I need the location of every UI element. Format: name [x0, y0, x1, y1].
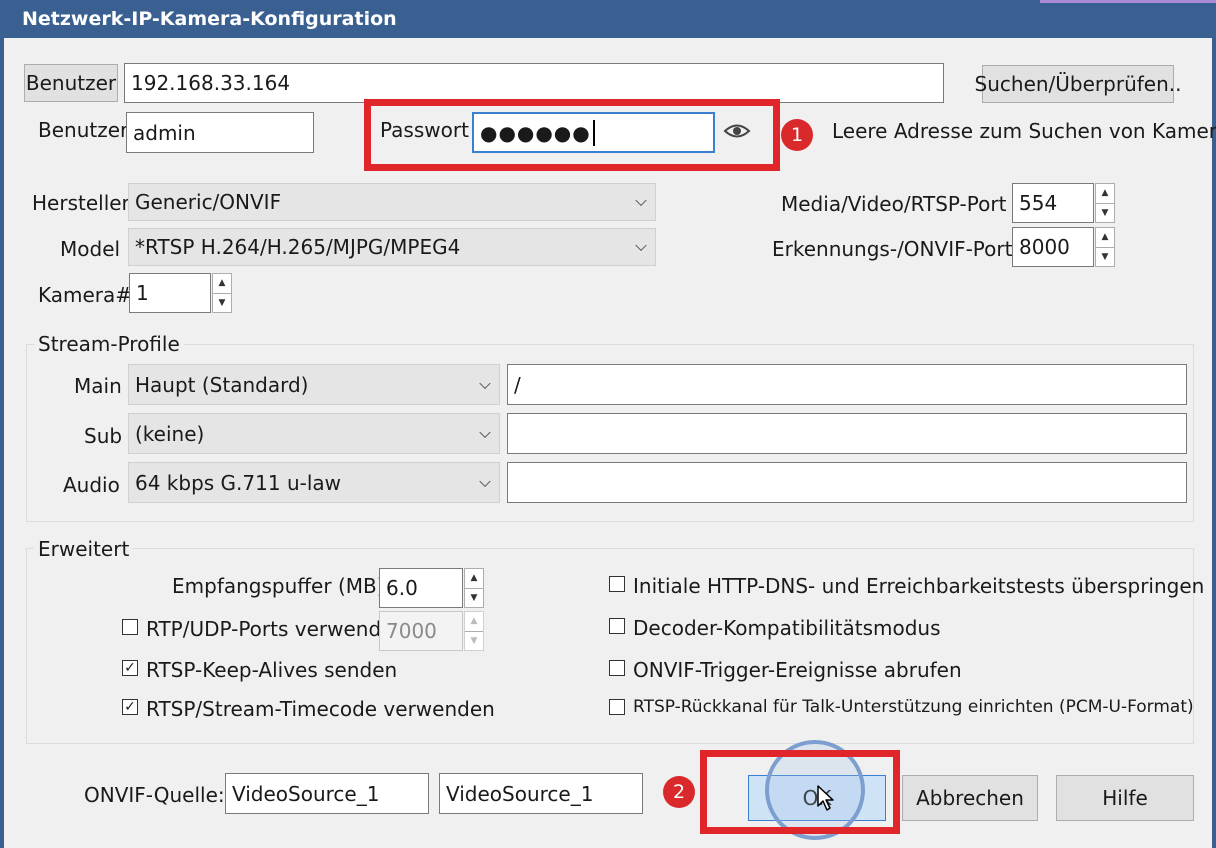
keepalive-label: RTSP-Keep-Alives senden — [146, 658, 398, 682]
address-user-button[interactable]: Benutzer — [24, 64, 118, 102]
buffer-label: Empfangspuffer (MB) — [172, 574, 385, 598]
camera-number-stepper[interactable]: ▲ ▼ — [212, 273, 232, 313]
manufacturer-select[interactable]: Generic/ONVIF — [128, 183, 656, 221]
sub-stream-select[interactable]: (keine) — [128, 413, 500, 454]
window-frame-right — [1212, 38, 1216, 848]
model-value: *RTSP H.264/H.265/MJPG/MPEG4 — [135, 235, 461, 259]
manufacturer-value: Generic/ONVIF — [135, 190, 282, 214]
search-hint: Leere Adresse zum Suchen von Kameras — [832, 119, 1216, 143]
chevron-down-icon — [479, 377, 491, 389]
up-arrow-icon[interactable]: ▲ — [213, 274, 231, 293]
down-arrow-icon[interactable]: ▼ — [1096, 246, 1114, 267]
onvif-port-input[interactable]: 8000 — [1012, 227, 1094, 267]
window-frame-left — [0, 38, 4, 848]
window-title: Netzwerk-IP-Kamera-Konfiguration — [0, 0, 1216, 38]
down-arrow-icon[interactable]: ▼ — [465, 630, 483, 651]
onvif-source-label: ONVIF-Quelle: — [84, 783, 225, 807]
audio-stream-path[interactable] — [507, 462, 1187, 503]
sub-stream-path[interactable] — [507, 413, 1187, 454]
address-input[interactable]: 192.168.33.164 — [124, 63, 944, 103]
rtp-port-input[interactable]: 7000 — [379, 611, 463, 651]
rtp-label: RTP/UDP-Ports verwenden — [146, 617, 407, 641]
up-arrow-icon[interactable]: ▲ — [465, 569, 483, 588]
chevron-down-icon — [479, 475, 491, 487]
main-stream-value: Haupt (Standard) — [135, 372, 309, 397]
advanced-title: Erweitert — [34, 539, 134, 559]
onvif-source-input-1[interactable]: VideoSource_1 — [225, 773, 429, 814]
timecode-label: RTSP/Stream-Timecode verwenden — [146, 697, 495, 721]
skip-tests-checkbox[interactable] — [609, 576, 625, 592]
onvif-source-input-2[interactable]: VideoSource_1 — [439, 773, 643, 814]
media-port-label: Media/Video/RTSP-Port — [781, 192, 1007, 216]
camera-number-input[interactable]: 1 — [129, 273, 211, 313]
main-stream-label: Main — [74, 374, 122, 398]
help-button[interactable]: Hilfe — [1056, 775, 1194, 821]
onvif-trigger-checkbox[interactable] — [609, 660, 625, 676]
down-arrow-icon[interactable]: ▼ — [465, 587, 483, 608]
user-label: Benutzer — [38, 118, 129, 142]
annotation-badge-1: 1 — [781, 119, 813, 151]
user-input[interactable]: admin — [126, 112, 314, 153]
sub-stream-value: (keine) — [135, 421, 205, 446]
up-arrow-icon[interactable]: ▲ — [1096, 228, 1114, 247]
up-arrow-icon[interactable]: ▲ — [465, 612, 483, 631]
chevron-down-icon — [635, 239, 647, 252]
rtp-port-stepper[interactable]: ▲ ▼ — [464, 611, 484, 651]
annotation-badge-2: 2 — [663, 776, 695, 808]
onvif-port-stepper[interactable]: ▲ ▼ — [1095, 227, 1115, 267]
chevron-down-icon — [479, 426, 491, 438]
stream-profile-title: Stream-Profile — [34, 334, 184, 354]
rtp-checkbox[interactable] — [122, 619, 138, 635]
down-arrow-icon[interactable]: ▼ — [1096, 202, 1114, 223]
sub-stream-label: Sub — [84, 424, 123, 448]
audio-stream-select[interactable]: 64 kbps G.711 u-law — [128, 462, 500, 503]
highlight-password-frame — [364, 99, 780, 171]
cancel-button[interactable]: Abbrechen — [902, 775, 1038, 821]
buffer-input[interactable]: 6.0 — [379, 568, 463, 608]
checkmark-icon: ✓ — [124, 699, 136, 715]
buffer-stepper[interactable]: ▲ ▼ — [464, 568, 484, 608]
keepalive-checkbox[interactable]: ✓ — [122, 660, 138, 676]
audio-stream-value: 64 kbps G.711 u-law — [135, 470, 342, 495]
backchannel-checkbox[interactable] — [609, 699, 625, 715]
search-verify-button[interactable]: Suchen/Überprüfen.. — [975, 65, 1181, 103]
timecode-checkbox[interactable]: ✓ — [122, 699, 138, 715]
checkmark-icon: ✓ — [124, 660, 136, 676]
down-arrow-icon[interactable]: ▼ — [213, 292, 231, 313]
chevron-down-icon — [635, 194, 647, 207]
audio-stream-label: Audio — [63, 473, 120, 497]
decoder-compat-label: Decoder-Kompatibilitätsmodus — [633, 616, 941, 640]
decoder-compat-checkbox[interactable] — [609, 618, 625, 634]
model-select[interactable]: *RTSP H.264/H.265/MJPG/MPEG4 — [128, 228, 656, 266]
titlebar-accent — [1040, 0, 1216, 3]
manufacturer-label: Hersteller — [32, 191, 130, 215]
up-arrow-icon[interactable]: ▲ — [1096, 184, 1114, 203]
main-stream-path[interactable]: / — [507, 364, 1187, 405]
camera-number-label: Kamera# — [38, 283, 133, 307]
skip-tests-label: Initiale HTTP-DNS- und Erreichbarkeitste… — [633, 574, 1205, 598]
onvif-port-label: Erkennungs-/ONVIF-Port — [772, 237, 1013, 261]
model-label: Model — [60, 237, 121, 261]
media-port-stepper[interactable]: ▲ ▼ — [1095, 183, 1115, 223]
highlight-ok-frame — [700, 750, 900, 834]
media-port-input[interactable]: 554 — [1012, 183, 1094, 223]
main-stream-select[interactable]: Haupt (Standard) — [128, 364, 500, 405]
onvif-trigger-label: ONVIF-Trigger-Ereignisse abrufen — [633, 658, 962, 682]
backchannel-label: RTSP-Rückkanal für Talk-Unterstützung ei… — [633, 697, 1194, 717]
